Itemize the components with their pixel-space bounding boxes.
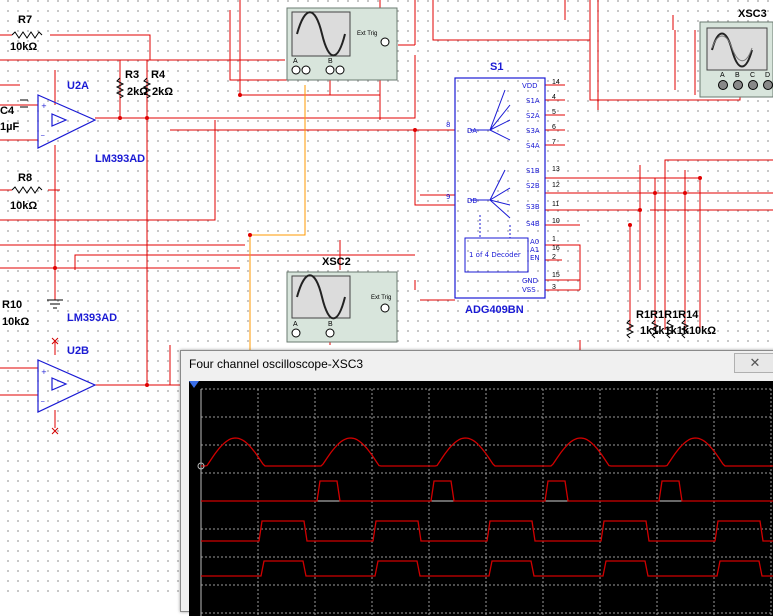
s1-part: ADG409BN xyxy=(465,304,524,316)
s1-pinnum-13: 13 xyxy=(552,166,560,173)
s1-pinnum-12: 12 xyxy=(552,182,560,189)
oscilloscope-traces xyxy=(197,388,773,616)
channel-b-trace xyxy=(201,480,773,502)
r10-value: 10kΩ xyxy=(2,316,30,328)
s1-pinnum-14: 14 xyxy=(552,79,560,86)
oscilloscope-screen[interactable] xyxy=(189,381,773,616)
resistor-bank-values: 1k1k1k1k10kΩ xyxy=(640,325,717,337)
xsc3-input-c: C xyxy=(750,72,756,79)
s1-ref: S1 xyxy=(490,61,504,73)
s1-pinnum-10: 10 xyxy=(552,218,560,225)
u2b-minus-pin: _ xyxy=(41,394,45,402)
r8-ref: R8 xyxy=(18,172,33,184)
u2b-plus-pin: + xyxy=(41,368,47,376)
s1-pin-s1b: S1B xyxy=(526,167,540,175)
channel-d-trace xyxy=(201,560,773,577)
s1-pin-s4b: S4B xyxy=(526,220,540,228)
s1-pinnum-7: 7 xyxy=(552,139,556,146)
u2a-minus-pin: _ xyxy=(41,128,45,136)
u2a-plus-pin: + xyxy=(41,102,47,110)
u2b-part: LM393AD xyxy=(67,312,118,324)
s1-pinnum-4: 4 xyxy=(552,94,556,101)
s1-pin-a1: A1 xyxy=(530,246,540,254)
s1-pinnum-6: 6 xyxy=(552,124,556,131)
r10-ref: R10 xyxy=(2,299,23,311)
s1-pin-s4a: S4A xyxy=(526,142,540,150)
xsc1-input-a: A xyxy=(293,58,298,65)
s1-pin-s2a: S2A xyxy=(526,112,540,120)
s1-pin-s2b: S2B xyxy=(526,182,540,190)
r4-ref: R4 xyxy=(151,69,166,81)
xsc2-ext-trig: Ext Trig xyxy=(371,295,392,301)
xsc3-input-a: A xyxy=(720,72,725,79)
r8-value: 10kΩ xyxy=(10,200,38,212)
xsc2-input-b: B xyxy=(328,321,333,328)
s1-decoder-label: 1 of 4 Decoder xyxy=(469,251,521,259)
s1-pinnum-3: 3 xyxy=(552,284,556,291)
s1-pin-s3b: S3B xyxy=(526,203,540,211)
s1-pinnum-1: 1 xyxy=(552,236,556,243)
xsc3-input-b: B xyxy=(735,72,740,79)
s1-pin-s1a: S1A xyxy=(526,97,540,105)
s1-pin-s3a: S3A xyxy=(526,127,540,135)
resistor-bank-refs: R1R1R1R14 xyxy=(636,309,699,321)
s1-pinnum-9: 9 xyxy=(446,193,451,201)
r4-value: 2kΩ xyxy=(152,86,174,98)
xsc2-ref: XSC2 xyxy=(322,256,351,268)
channel-c-trace xyxy=(201,520,773,542)
xsc3-input-d: D xyxy=(765,72,771,79)
r7-value: 10kΩ xyxy=(10,41,38,53)
u2b-ref: U2B xyxy=(67,345,90,357)
s1-pin-db: DB xyxy=(467,197,478,205)
s1-pinnum-2: 2 xyxy=(552,254,556,261)
s1-pin-gnd: GND xyxy=(522,277,539,285)
u2a-ref: U2A xyxy=(67,80,90,92)
s1-pinnum-5: 5 xyxy=(552,109,556,116)
s1-pin-en: EN xyxy=(530,254,540,262)
c4-value: 1µF xyxy=(0,121,20,133)
channel-a-trace xyxy=(201,437,773,467)
s1-pin-vdd: VDD xyxy=(522,82,538,90)
u2a-part: LM393AD xyxy=(95,153,146,165)
close-icon[interactable]: ✕ xyxy=(734,353,773,373)
s1-pinnum-8: 8 xyxy=(446,121,451,129)
c4-ref: C4 xyxy=(0,105,15,117)
oscilloscope-window[interactable]: Four channel oscilloscope-XSC3 ✕ xyxy=(180,350,773,616)
r3-value: 2kΩ xyxy=(127,86,149,98)
s1-pinnum-11: 11 xyxy=(552,201,560,208)
xsc2-input-a: A xyxy=(293,321,298,328)
s1-pin-da: DA xyxy=(467,127,478,135)
s1-pin-a0: A0 xyxy=(530,238,540,246)
oscilloscope-window-title: Four channel oscilloscope-XSC3 xyxy=(189,357,364,371)
xsc1-input-b: B xyxy=(328,58,333,65)
s1-pinnum-16: 16 xyxy=(552,245,560,252)
r3-ref: R3 xyxy=(125,69,140,81)
xsc3-ref: XSC3 xyxy=(738,8,767,20)
r7-ref: R7 xyxy=(18,14,33,26)
s1-pinnum-15: 15 xyxy=(552,272,560,279)
s1-pin-vss: VSS xyxy=(522,286,536,294)
xsc1-ext-trig: Ext Trig xyxy=(357,31,378,37)
